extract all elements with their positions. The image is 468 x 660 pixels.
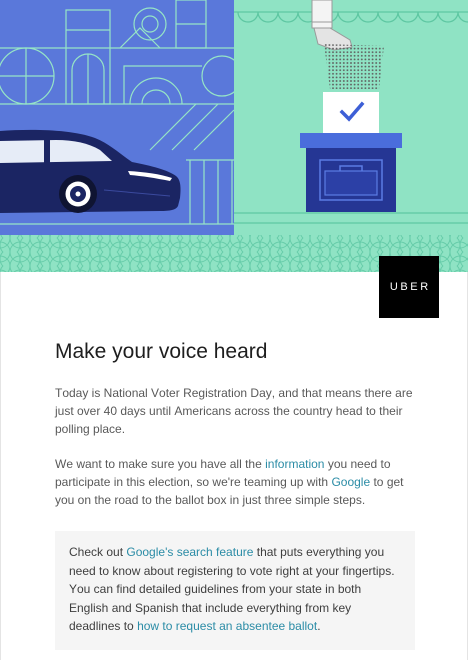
absentee-ballot-link[interactable]: how to request an absentee ballot [137,619,317,633]
hero-banner [0,0,468,272]
google-link[interactable]: Google [331,475,370,489]
partnership-paragraph: We want to make sure you have all the in… [55,455,422,509]
partnership-text-before: We want to make sure you have all the [55,457,266,471]
search-feature-link[interactable]: Google's search feature [126,545,253,559]
motion-dots [324,44,384,89]
information-link[interactable]: information [265,457,324,471]
email-body: Make your voice heard Today is National … [0,272,468,660]
page-title: Make your voice heard [55,340,268,363]
callout-box: Check out Google's search feature that p… [55,531,415,650]
car-wheel [59,175,97,213]
callout-text-after: . [317,619,321,633]
ballot-box-illustration [300,133,402,212]
hero-illustration [0,0,468,272]
intro-paragraph: Today is National Voter Registration Day… [55,386,413,436]
ballot-paper [323,92,379,134]
callout-text-before: Check out [69,545,127,559]
email-page: UBER Make your voice heard Today is Nati… [0,0,468,660]
callout-text: Check out Google's search feature that p… [69,543,401,636]
